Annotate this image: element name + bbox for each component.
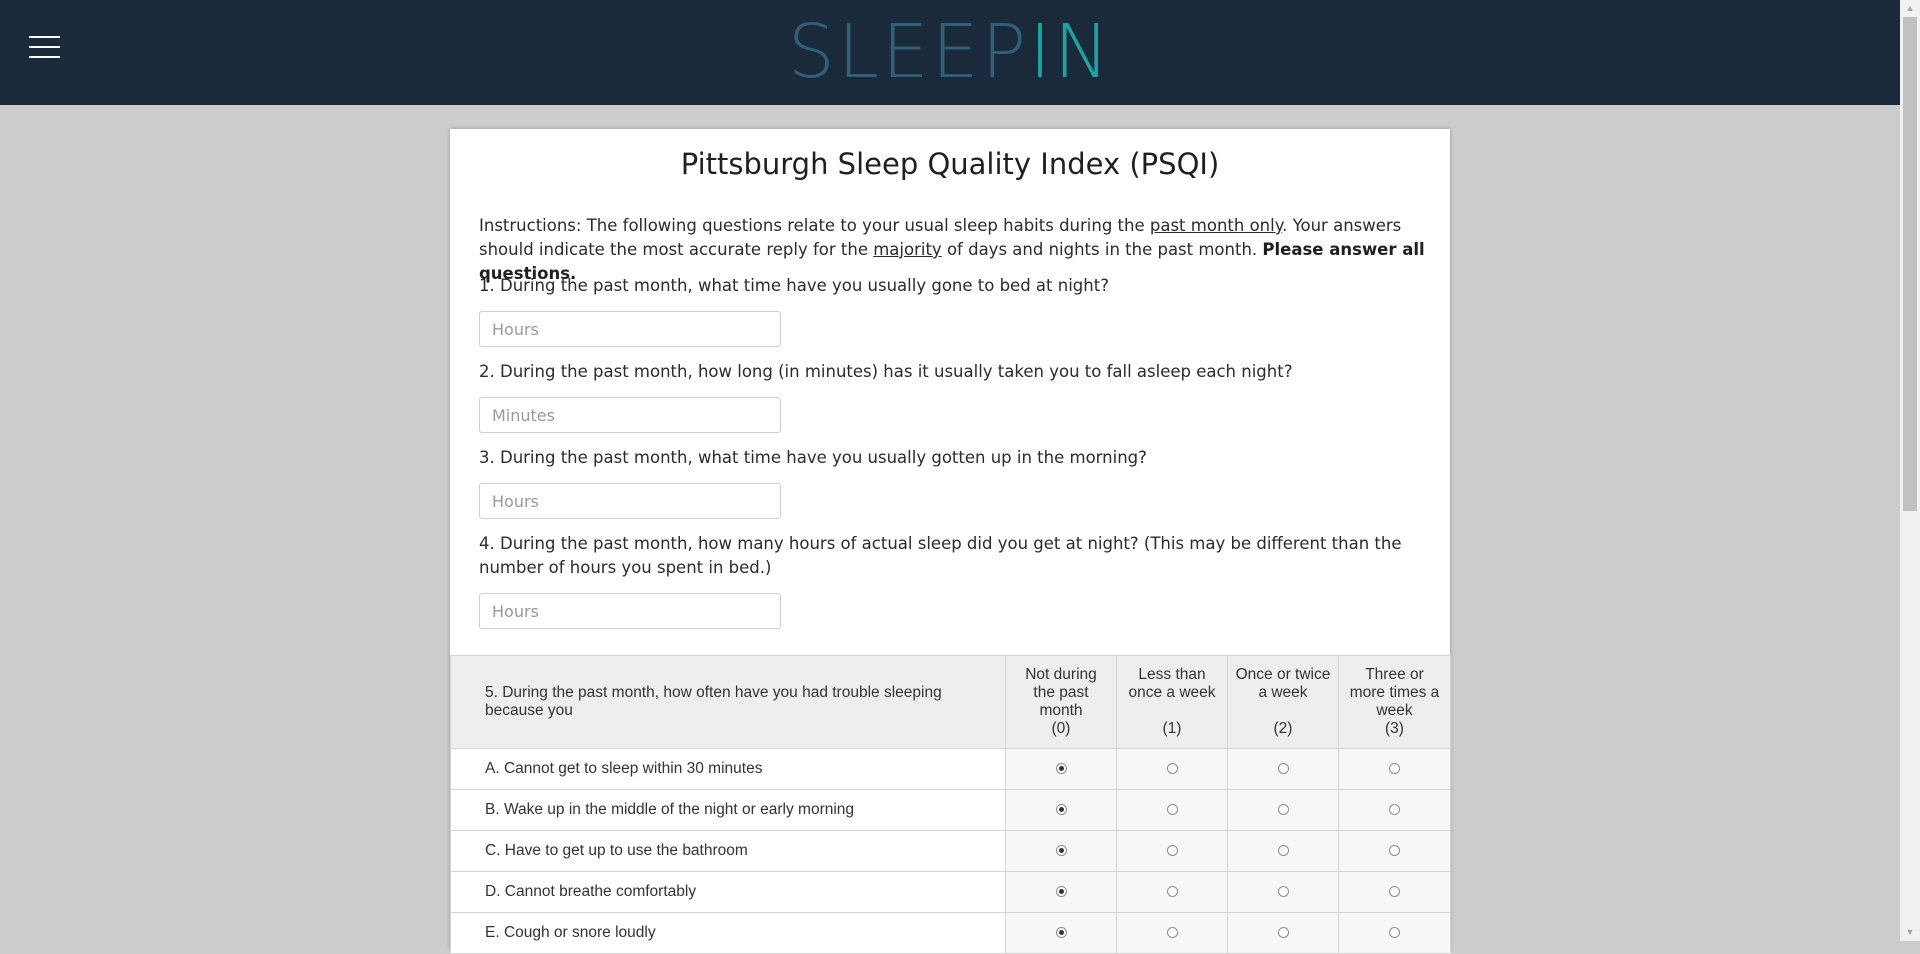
page-title: Pittsburgh Sleep Quality Index (PSQI) — [680, 147, 1220, 181]
bedtime-hours-input[interactable] — [479, 311, 781, 347]
option-text: Less than — [1138, 666, 1206, 683]
radio-cell — [1227, 748, 1339, 790]
option-text: more times a — [1349, 684, 1440, 701]
radio-cell — [1338, 871, 1451, 913]
scrollbar-thumb[interactable] — [1903, 17, 1917, 511]
instructions-emphasis-past-month: past month only — [1149, 216, 1283, 235]
app-logo[interactable]: SLEEPIN — [0, 12, 1900, 92]
option-score: (2) — [1273, 720, 1293, 737]
row-label: A. Cannot get to sleep within 30 minutes — [450, 748, 1006, 790]
frequency-radio-button[interactable] — [1389, 886, 1400, 898]
radio-cell — [1005, 912, 1117, 954]
question-4-label: 4. During the past month, how many hours… — [479, 534, 1402, 577]
radio-cell — [1116, 830, 1228, 872]
frequency-radio-button[interactable] — [1277, 845, 1289, 857]
frequency-radio-button[interactable] — [1277, 763, 1289, 775]
option-header-2: Once or twice a week (2) — [1227, 655, 1339, 749]
frequency-radio-button[interactable] — [1277, 804, 1289, 816]
option-text: week — [1376, 702, 1413, 719]
scroll-up-arrow-icon[interactable]: ▲ — [1900, 0, 1920, 17]
frequency-radio-button[interactable] — [1055, 845, 1067, 857]
frequency-radio-button[interactable] — [1389, 927, 1400, 939]
option-score: (1) — [1162, 720, 1182, 737]
table-row: E. Cough or snore loudly — [450, 912, 1451, 954]
question-5-label: 5. During the past month, how often have… — [450, 655, 1006, 749]
frequency-radio-button[interactable] — [1166, 886, 1178, 898]
radio-cell — [1116, 871, 1228, 913]
option-text: Three or — [1365, 666, 1424, 683]
frequency-radio-button[interactable] — [1277, 886, 1289, 898]
sleep-latency-minutes-input[interactable] — [479, 397, 781, 433]
radio-cell — [1005, 871, 1117, 913]
radio-cell — [1338, 830, 1451, 872]
option-text: Once or twice — [1235, 666, 1331, 683]
table-row: B. Wake up in the middle of the night or… — [450, 789, 1451, 831]
logo-text-sleep: SLEEP — [787, 9, 1030, 95]
option-header-3: Three or more times a week (3) — [1338, 655, 1451, 749]
option-text: a week — [1258, 684, 1308, 701]
radio-cell — [1116, 748, 1228, 790]
table-row: C. Have to get up to use the bathroom — [450, 830, 1451, 872]
psqi-form-card: Pittsburgh Sleep Quality Index (PSQI) In… — [450, 129, 1451, 954]
frequency-radio-button[interactable] — [1166, 927, 1178, 939]
sleep-trouble-frequency-table: 5. During the past month, how often have… — [450, 655, 1451, 954]
scroll-down-arrow-icon[interactable]: ▼ — [1900, 924, 1920, 941]
option-score: (3) — [1385, 720, 1404, 737]
option-score: (0) — [1051, 720, 1071, 737]
row-label: C. Have to get up to use the bathroom — [450, 830, 1006, 872]
row-label: B. Wake up in the middle of the night or… — [450, 789, 1006, 831]
vertical-scrollbar[interactable]: ▲ ▼ — [1900, 0, 1920, 941]
radio-cell — [1338, 912, 1451, 954]
frequency-radio-button[interactable] — [1389, 845, 1400, 857]
radio-cell — [1227, 912, 1339, 954]
frequency-radio-button[interactable] — [1055, 927, 1067, 939]
question-3-label: 3. During the past month, what time have… — [479, 448, 1147, 467]
top-navbar: SLEEPIN — [0, 0, 1900, 105]
frequency-radio-button[interactable] — [1389, 804, 1400, 816]
actual-sleep-hours-input[interactable] — [479, 593, 781, 629]
radio-cell — [1005, 789, 1117, 831]
frequency-radio-button[interactable] — [1055, 763, 1067, 775]
row-label: D. Cannot breathe comfortably — [450, 871, 1006, 913]
table-row: A. Cannot get to sleep within 30 minutes — [450, 748, 1451, 790]
frequency-radio-button[interactable] — [1055, 886, 1067, 898]
radio-cell — [1116, 789, 1228, 831]
radio-cell — [1338, 748, 1451, 790]
frequency-radio-button[interactable] — [1277, 927, 1289, 939]
instructions-part: of days and nights in the past month. — [941, 240, 1263, 259]
option-text: month — [1039, 702, 1083, 719]
frequency-radio-button[interactable] — [1166, 845, 1178, 857]
option-text: the past — [1033, 684, 1089, 701]
radio-cell — [1227, 830, 1339, 872]
row-label: E. Cough or snore loudly — [450, 912, 1006, 954]
frequency-radio-button[interactable] — [1166, 763, 1178, 775]
option-header-1: Less than once a week (1) — [1116, 655, 1228, 749]
table-header-row: 5. During the past month, how often have… — [450, 655, 1451, 749]
radio-cell — [1227, 871, 1339, 913]
frequency-radio-button[interactable] — [1166, 804, 1178, 816]
radio-cell — [1005, 748, 1117, 790]
question-1-label: 1. During the past month, what time have… — [479, 276, 1109, 295]
frequency-radio-button[interactable] — [1055, 804, 1067, 816]
instructions-part: Instructions: The following questions re… — [479, 216, 1150, 235]
frequency-radio-button[interactable] — [1389, 763, 1400, 775]
radio-cell — [1227, 789, 1339, 831]
option-text: once a week — [1128, 684, 1216, 701]
option-header-0: Not during the past month (0) — [1005, 655, 1117, 749]
table-row: D. Cannot breathe comfortably — [450, 871, 1451, 913]
radio-cell — [1338, 789, 1451, 831]
question-2-label: 2. During the past month, how long (in m… — [479, 362, 1293, 381]
logo-text-in: IN — [1029, 9, 1113, 95]
option-text: Not during — [1025, 666, 1097, 683]
wake-time-hours-input[interactable] — [479, 483, 781, 519]
instructions-emphasis-majority: majority — [873, 240, 942, 259]
radio-cell — [1005, 830, 1117, 872]
radio-cell — [1116, 912, 1228, 954]
